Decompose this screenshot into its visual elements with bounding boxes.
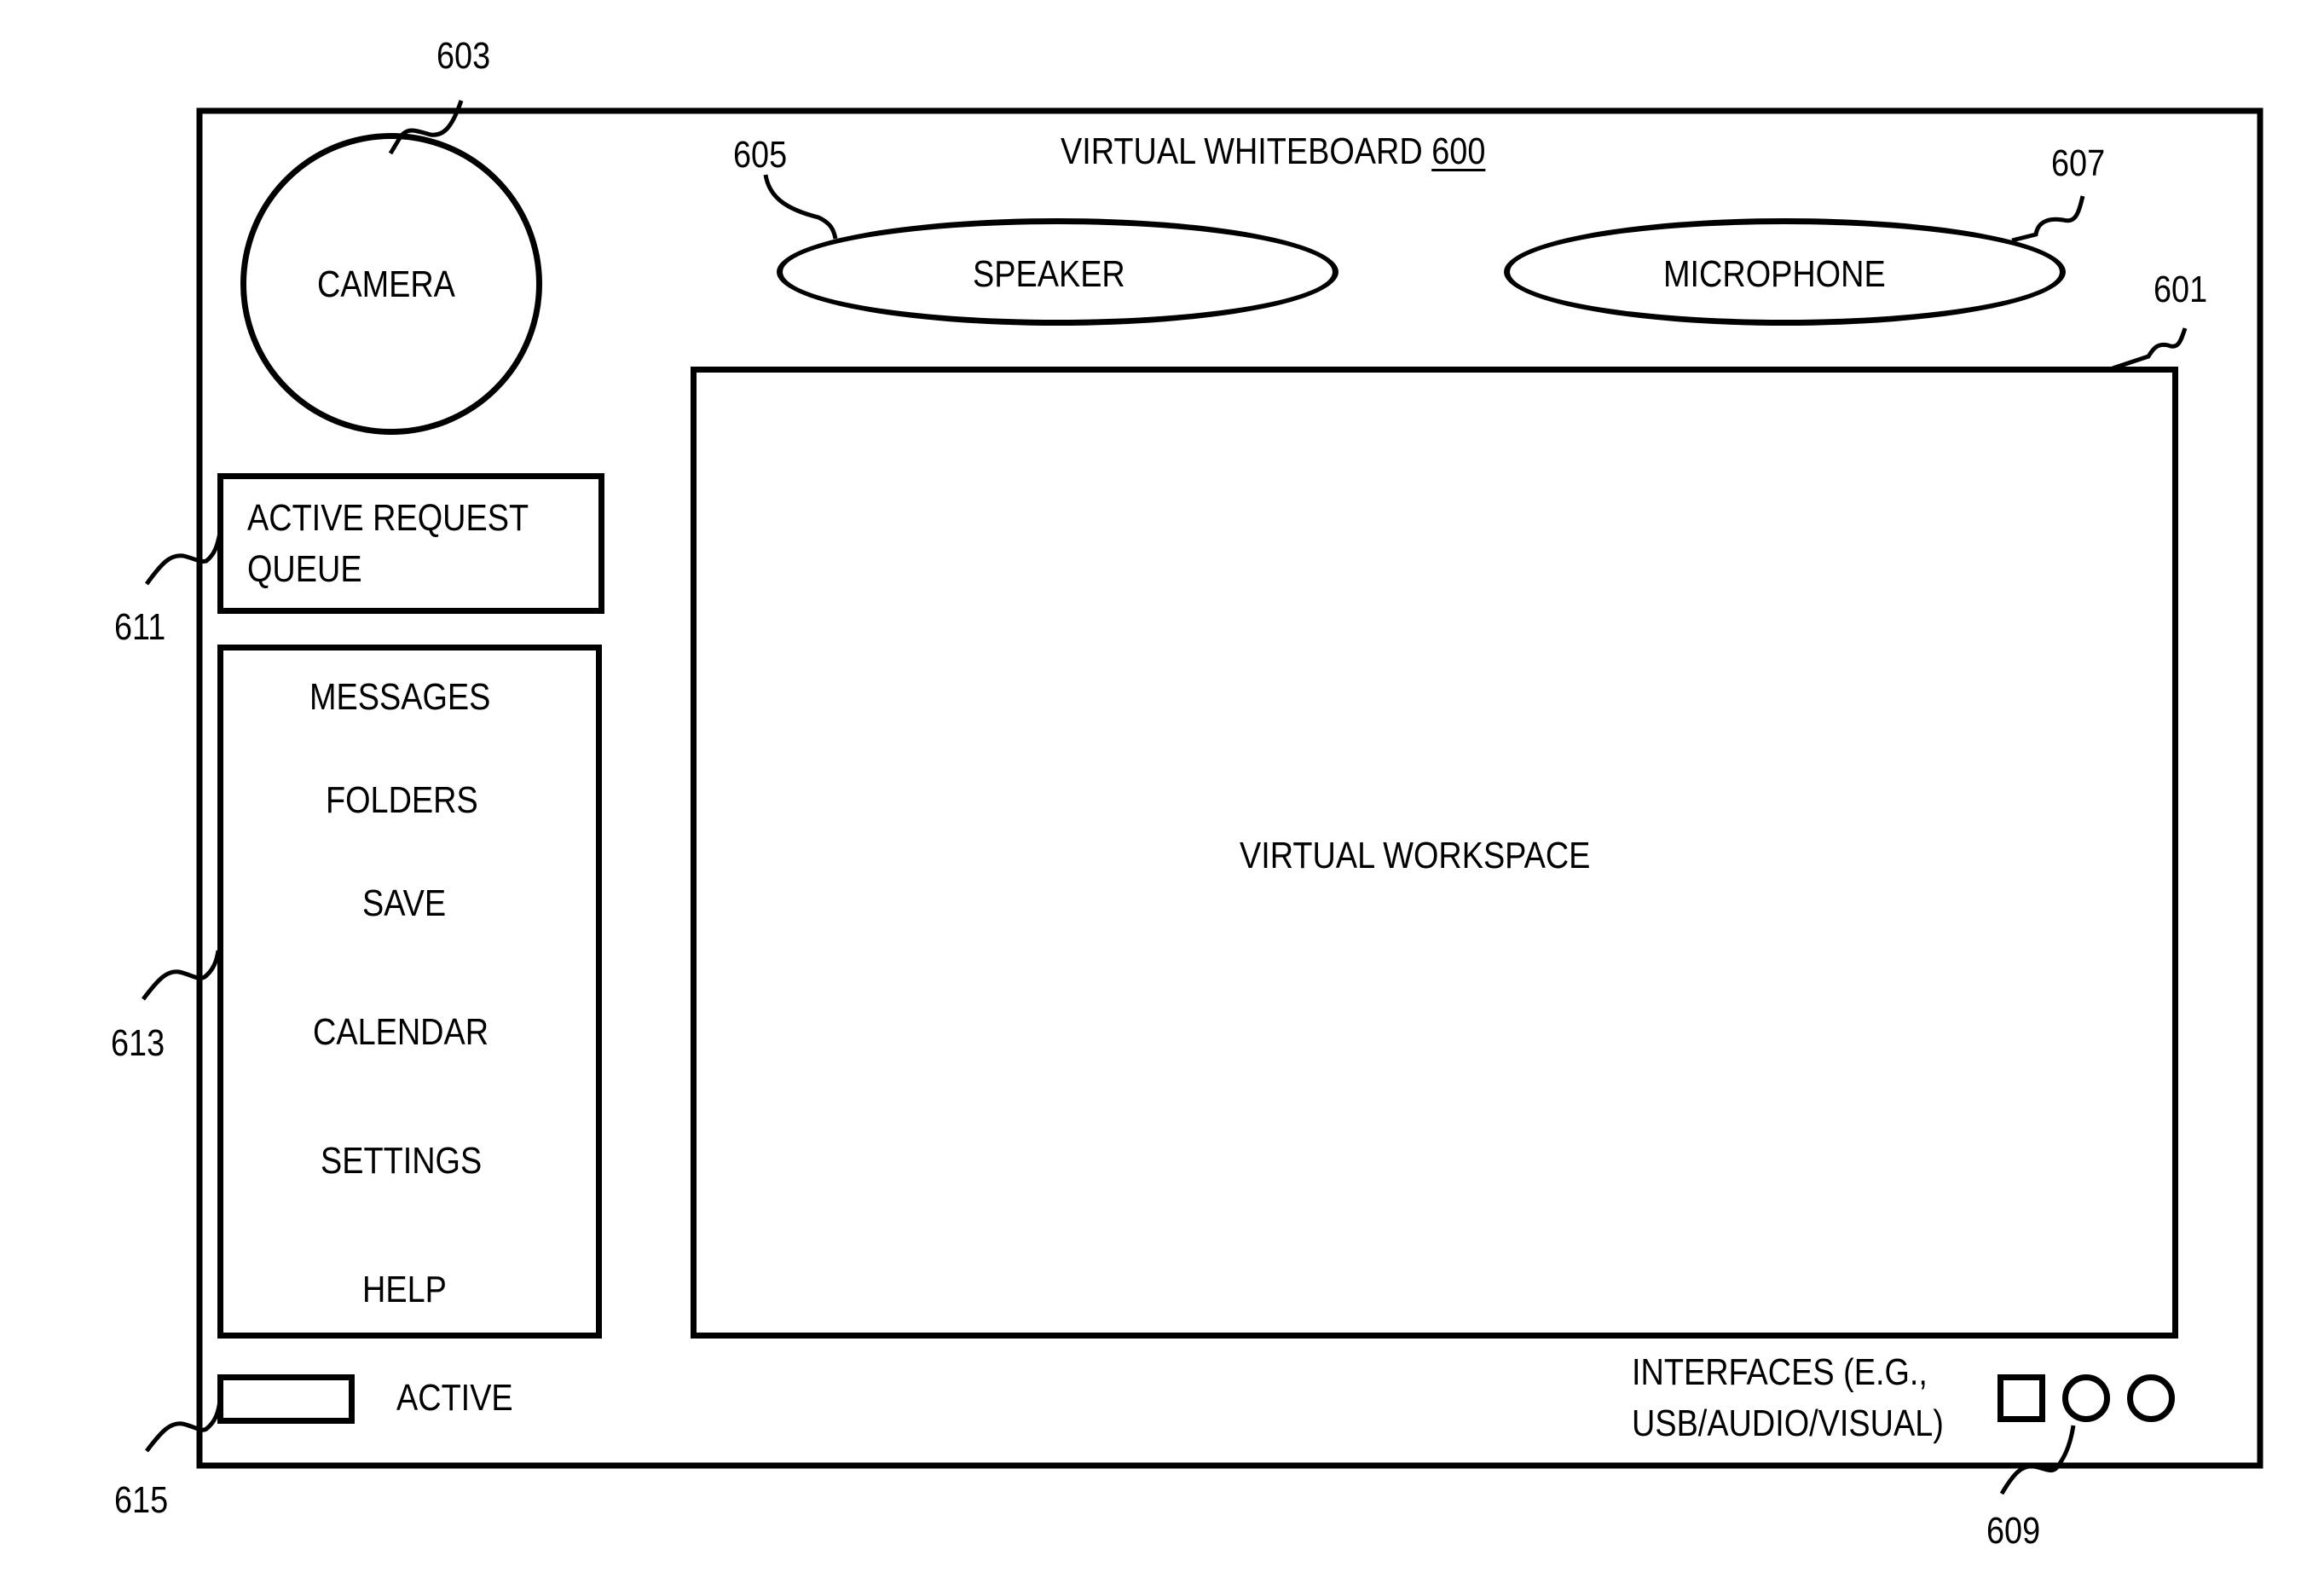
interfaces-line1: INTERFACES (E.G., — [1632, 1351, 1928, 1393]
leader-615 — [145, 1400, 223, 1453]
leader-605 — [763, 174, 838, 240]
leader-611 — [144, 532, 223, 586]
queue-line2: QUEUE — [247, 548, 362, 590]
active-ref: 615 — [114, 1479, 169, 1521]
menu-item-help[interactable]: HELP — [362, 1271, 447, 1309]
menu-ref: 613 — [111, 1022, 165, 1064]
active-indicator[interactable] — [217, 1374, 355, 1424]
whiteboard-title: VIRTUAL WHITEBOARD 600 — [1061, 133, 1485, 171]
queue-ref: 611 — [114, 606, 166, 648]
interfaces-ref: 609 — [1986, 1510, 2041, 1552]
active-request-queue[interactable] — [217, 473, 604, 614]
microphone-ref: 607 — [2051, 142, 2106, 184]
speaker-label: SPEAKER — [973, 253, 1125, 295]
menu-item-calendar[interactable]: CALENDAR — [313, 1014, 489, 1051]
workspace-label: VIRTUAL WORKSPACE — [1240, 835, 1591, 876]
title-text: VIRTUAL WHITEBOARD — [1061, 130, 1423, 172]
menu-item-settings[interactable]: SETTINGS — [321, 1142, 482, 1180]
camera-label: CAMERA — [317, 263, 455, 305]
leader-613 — [142, 950, 221, 1001]
speaker-ref: 605 — [733, 134, 788, 176]
camera-ref: 603 — [436, 35, 491, 77]
interfaces-line2: USB/AUDIO/VISUAL) — [1632, 1402, 1944, 1444]
queue-line1: ACTIVE REQUEST — [247, 497, 529, 539]
leader-607 — [2011, 195, 2085, 243]
leader-609 — [1999, 1425, 2076, 1495]
usb-port-icon[interactable] — [1997, 1374, 2045, 1422]
title-ref: 600 — [1431, 130, 1486, 172]
menu-panel — [217, 645, 602, 1339]
microphone-label: MICROPHONE — [1663, 253, 1886, 295]
active-label: ACTIVE — [396, 1377, 513, 1419]
workspace-ref: 601 — [2154, 269, 2208, 310]
menu-item-messages[interactable]: MESSAGES — [309, 679, 490, 716]
menu-item-folders[interactable]: FOLDERS — [326, 782, 478, 819]
visual-port-icon[interactable] — [2127, 1374, 2175, 1422]
menu-item-save[interactable]: SAVE — [362, 885, 446, 922]
audio-port-icon[interactable] — [2062, 1374, 2110, 1422]
leader-601 — [2112, 327, 2188, 371]
